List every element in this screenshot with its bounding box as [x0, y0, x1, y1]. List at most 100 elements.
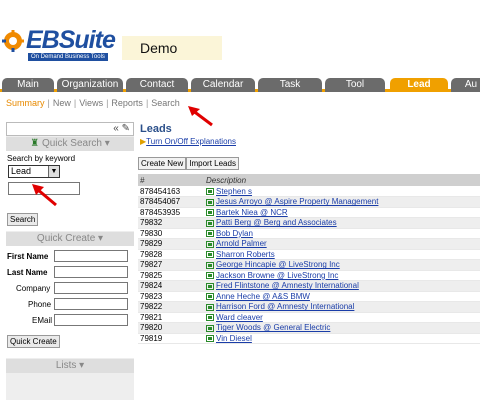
lead-id-cell: 79829: [138, 238, 204, 250]
company-field[interactable]: [54, 282, 128, 294]
last-name-field[interactable]: [54, 266, 128, 278]
tab-au[interactable]: Au: [451, 78, 480, 92]
table-row[interactable]: 79820 Tiger Woods @ General Electric: [138, 322, 480, 334]
table-row[interactable]: 79824 Fred Flintstone @ Amnesty Internati…: [138, 280, 480, 292]
sidebar-collapse[interactable]: « ✎: [6, 122, 134, 136]
lead-link[interactable]: Harrison Ford @ Amnesty International: [216, 302, 354, 311]
lead-link[interactable]: Patti Berg @ Berg and Associates: [216, 218, 337, 227]
lead-link[interactable]: Bartek Niea @ NCR: [216, 208, 288, 217]
email-field[interactable]: [54, 314, 128, 326]
lead-id-cell: 79823: [138, 291, 204, 302]
quick-create-button[interactable]: Quick Create: [7, 335, 60, 348]
lead-link[interactable]: Arnold Palmer: [216, 239, 267, 248]
lead-id-cell: 878454067: [138, 196, 204, 208]
lead-link[interactable]: Bob Dylan: [216, 229, 253, 238]
lead-record-icon[interactable]: [206, 293, 214, 301]
lead-description-cell: Harrison Ford @ Amnesty International: [204, 301, 480, 313]
tab-main[interactable]: Main: [2, 78, 54, 92]
lead-record-icon[interactable]: [206, 251, 214, 259]
lead-link[interactable]: George Hincapie @ LiveStrong Inc: [216, 260, 340, 269]
lead-record-icon[interactable]: [206, 314, 214, 322]
tab-tool[interactable]: Tool: [325, 78, 385, 92]
table-row[interactable]: 79828 Sharron Roberts: [138, 249, 480, 260]
tab-organization[interactable]: Organization: [57, 78, 123, 92]
lead-link[interactable]: Anne Heche @ A&S BMW: [216, 292, 310, 301]
lead-description-cell: George Hincapie @ LiveStrong Inc: [204, 259, 480, 271]
lead-record-icon[interactable]: [206, 261, 214, 269]
quick-create-header[interactable]: Quick Create ▾: [6, 232, 134, 246]
column-header-id[interactable]: #: [138, 174, 204, 186]
lead-record-icon[interactable]: [206, 272, 214, 280]
lead-record-icon[interactable]: [206, 240, 214, 248]
lead-record-icon[interactable]: [206, 230, 214, 238]
subnav-new[interactable]: New: [53, 98, 71, 108]
lead-record-icon[interactable]: [206, 303, 214, 311]
subnav-search[interactable]: Search: [151, 98, 180, 108]
lead-id-cell: 79825: [138, 270, 204, 281]
table-row[interactable]: 79821 Ward cleaver: [138, 312, 480, 323]
lead-link[interactable]: Jackson Browne @ LiveStrong Inc: [216, 271, 338, 280]
create-new-button[interactable]: Create New: [138, 157, 187, 170]
search-module-select[interactable]: Lead ▼: [8, 165, 60, 178]
lead-link[interactable]: Ward cleaver: [216, 313, 263, 322]
lead-description-cell: Ward cleaver: [204, 312, 480, 323]
table-header-row: # Description: [138, 174, 480, 186]
annotation-arrow-icon: [32, 184, 57, 207]
subnav-reports[interactable]: Reports: [111, 98, 143, 108]
lead-link[interactable]: Stephen s: [216, 187, 252, 196]
import-leads-button[interactable]: Import Leads: [186, 157, 239, 170]
table-row[interactable]: 878453935 Bartek Niea @ NCR: [138, 207, 480, 218]
lead-record-icon[interactable]: [206, 219, 214, 227]
lead-id-cell: 79830: [138, 228, 204, 239]
lead-subnav: Summary | New | Views | Reports | Search: [6, 98, 180, 108]
lead-id-cell: 79819: [138, 333, 204, 344]
lead-record-icon[interactable]: [206, 198, 214, 206]
table-row[interactable]: 79827 George Hincapie @ LiveStrong Inc: [138, 259, 480, 271]
search-keyword-label: Search by keyword: [7, 154, 76, 163]
instance-name: Demo: [122, 36, 222, 60]
first-name-field[interactable]: [54, 250, 128, 262]
tab-calendar[interactable]: Calendar: [191, 78, 255, 92]
table-row[interactable]: 79819 Vin Diesel: [138, 333, 480, 344]
tab-lead[interactable]: Lead: [390, 78, 448, 92]
tab-task[interactable]: Task: [258, 78, 322, 92]
lead-link[interactable]: Jesus Arroyo @ Aspire Property Managemen…: [216, 197, 378, 206]
explanations-link[interactable]: Turn On/Off Explanations: [146, 137, 236, 146]
lead-record-icon[interactable]: [206, 282, 214, 290]
phone-field[interactable]: [54, 298, 128, 310]
tab-contact[interactable]: Contact: [126, 78, 188, 92]
lead-description-cell: Sharron Roberts: [204, 249, 480, 260]
table-row[interactable]: 79823 Anne Heche @ A&S BMW: [138, 291, 480, 302]
lead-description-cell: Stephen s: [204, 186, 480, 197]
lead-link[interactable]: Fred Flintstone @ Amnesty International: [216, 281, 359, 290]
lead-link[interactable]: Vin Diesel: [216, 334, 252, 343]
leads-toolbar: Create New Import Leads: [138, 157, 480, 170]
lead-record-icon[interactable]: [206, 187, 214, 195]
table-row[interactable]: 79825 Jackson Browne @ LiveStrong Inc: [138, 270, 480, 281]
quick-search-header[interactable]: ♜ Quick Search ▾: [6, 137, 134, 151]
lead-link[interactable]: Tiger Woods @ General Electric: [216, 323, 330, 332]
lead-record-icon[interactable]: [206, 324, 214, 332]
table-row[interactable]: 878454163 Stephen s: [138, 186, 480, 197]
lead-record-icon[interactable]: [206, 209, 214, 217]
lists-header[interactable]: Lists ▾: [6, 359, 134, 373]
lead-id-cell: 79828: [138, 249, 204, 260]
table-row[interactable]: 79822 Harrison Ford @ Amnesty Internation…: [138, 301, 480, 313]
table-row[interactable]: 79832 Patti Berg @ Berg and Associates: [138, 217, 480, 229]
main-tab-bar: Main Organization Contact Calendar Task …: [0, 78, 480, 92]
lead-link[interactable]: Sharron Roberts: [216, 250, 275, 259]
logo-tagline: On Demand Business Tools: [28, 53, 108, 61]
lead-record-icon[interactable]: [206, 335, 214, 343]
ebsuite-logo[interactable]: EBSuite On Demand Business Tools: [2, 26, 116, 62]
subnav-views[interactable]: Views: [79, 98, 103, 108]
lead-description-cell: Jesus Arroyo @ Aspire Property Managemen…: [204, 196, 480, 208]
lead-id-cell: 79827: [138, 259, 204, 271]
chevron-down-icon[interactable]: ▼: [48, 166, 59, 177]
search-button[interactable]: Search: [7, 213, 39, 226]
table-row[interactable]: 79829 Arnold Palmer: [138, 238, 480, 250]
table-row[interactable]: 878454067 Jesus Arroyo @ Aspire Property …: [138, 196, 480, 208]
column-header-description[interactable]: Description: [204, 174, 480, 186]
table-row[interactable]: 79830 Bob Dylan: [138, 228, 480, 239]
subnav-summary[interactable]: Summary: [6, 98, 45, 108]
phone-row: Phone: [6, 297, 134, 313]
